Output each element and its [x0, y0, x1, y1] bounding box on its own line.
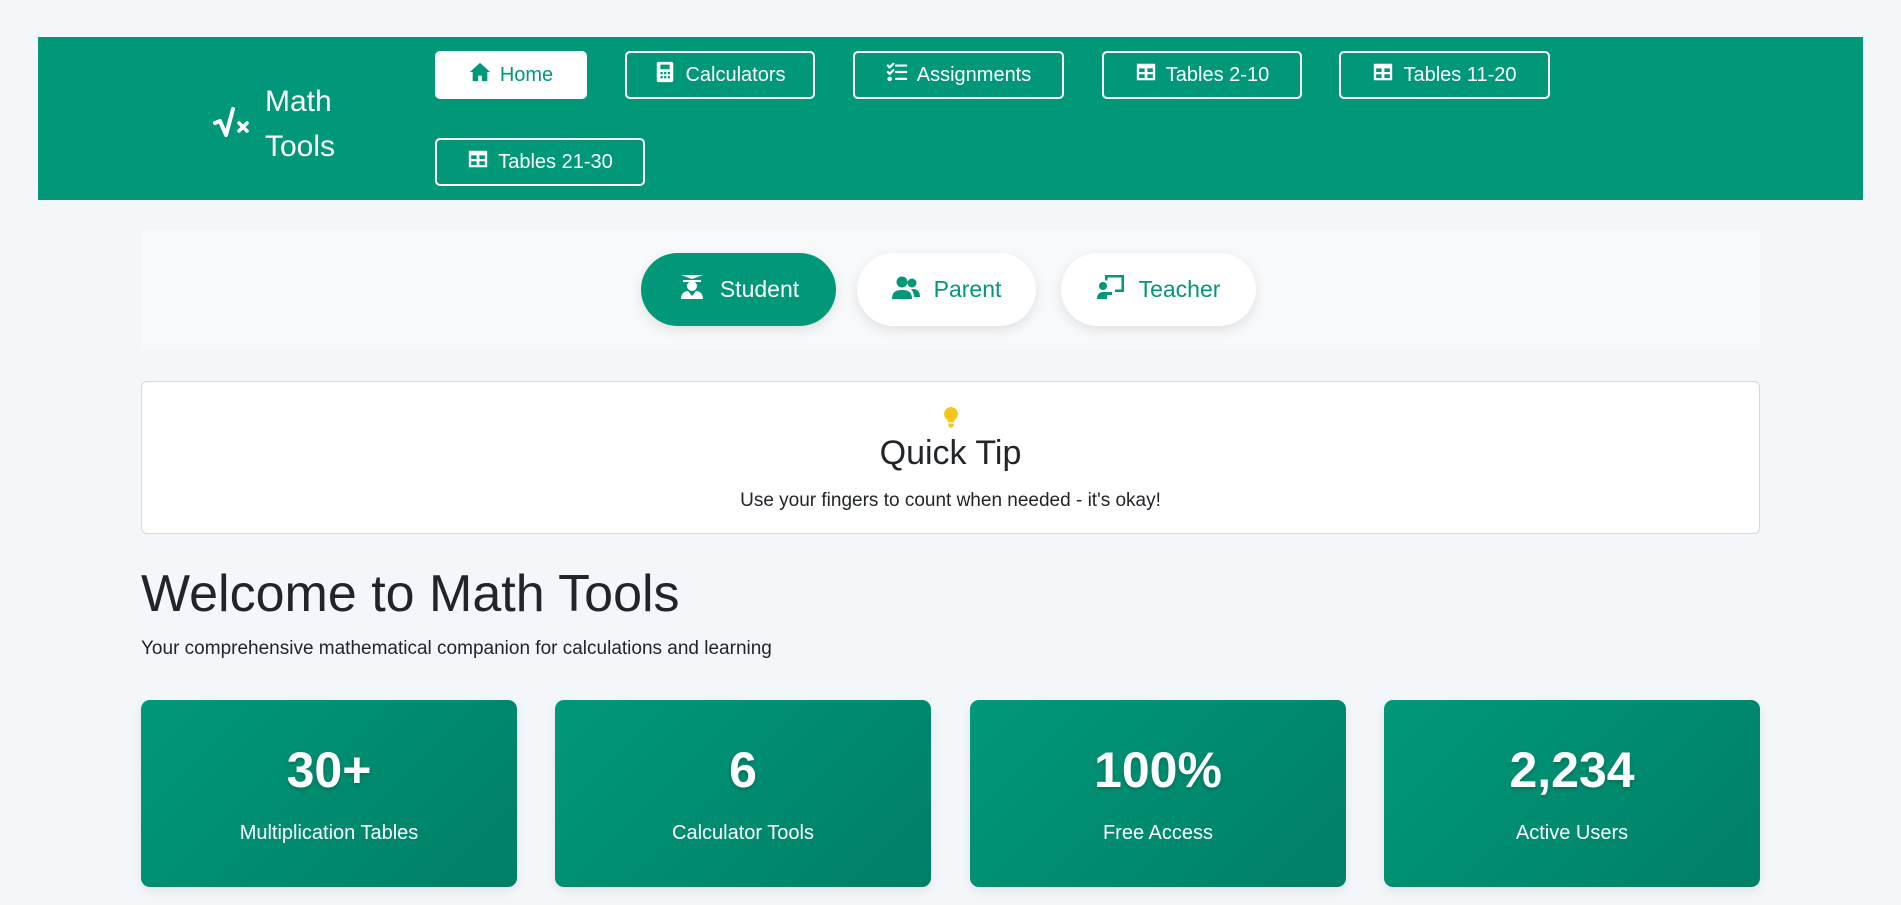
- nav-tables-11-20-button[interactable]: Tables 11-20: [1339, 51, 1550, 99]
- stat-value: 30+: [286, 742, 372, 798]
- graduate-icon: [678, 274, 706, 306]
- nav-tables-21-30-button[interactable]: Tables 21-30: [435, 138, 645, 186]
- nav-calculators-label: Calculators: [685, 63, 786, 86]
- quick-tip-text: Use your fingers to count when needed - …: [740, 490, 1161, 511]
- brand-name: Math Tools: [265, 79, 345, 169]
- stat-value: 6: [729, 742, 757, 798]
- chalkboard-teacher-icon: [1096, 274, 1125, 306]
- role-student-button[interactable]: Student: [641, 253, 836, 326]
- stat-label: Active Users: [1515, 822, 1629, 844]
- nav-tables-2-10-label: Tables 2-10: [1165, 63, 1270, 86]
- nav-assignments-label: Assignments: [916, 63, 1032, 86]
- page-subtitle: Your comprehensive mathematical companio…: [141, 638, 772, 659]
- stat-label: Free Access: [1102, 822, 1214, 844]
- stat-card-tables: 30+ Multiplication Tables: [141, 700, 517, 887]
- role-selector: Student Parent Teacher: [141, 230, 1760, 350]
- lightbulb-icon: [942, 406, 960, 428]
- page-title: Welcome to Math Tools: [141, 565, 680, 623]
- table-icon: [1135, 61, 1157, 89]
- stat-card-active-users: 2,234 Active Users: [1384, 700, 1760, 887]
- stat-card-calculators: 6 Calculator Tools: [555, 700, 931, 887]
- nav-home-button[interactable]: Home: [435, 51, 587, 99]
- tasks-icon: [886, 61, 908, 89]
- stat-label: Multiplication Tables: [239, 822, 419, 844]
- square-root-icon: [213, 105, 251, 144]
- nav-assignments-button[interactable]: Assignments: [853, 51, 1064, 99]
- role-teacher-label: Teacher: [1138, 276, 1221, 302]
- nav-calculators-button[interactable]: Calculators: [625, 51, 815, 99]
- role-student-label: Student: [719, 276, 800, 302]
- stat-value: 2,234: [1509, 742, 1635, 798]
- stat-card-free-access: 100% Free Access: [970, 700, 1346, 887]
- nav-home-label: Home: [499, 63, 554, 86]
- quick-tip-title: Quick Tip: [879, 434, 1022, 472]
- brand-logo[interactable]: Math Tools: [213, 79, 345, 169]
- nav-tables-2-10-button[interactable]: Tables 2-10: [1102, 51, 1302, 99]
- role-teacher-button[interactable]: Teacher: [1061, 253, 1256, 326]
- brand-line-2: Tools: [265, 130, 336, 163]
- stat-label: Calculator Tools: [672, 822, 814, 844]
- table-icon: [1372, 61, 1394, 89]
- home-icon: [469, 61, 491, 89]
- site-header: Math Tools Home Calculators Assignments …: [38, 37, 1863, 200]
- quick-tip-card: Quick Tip Use your fingers to count when…: [141, 381, 1760, 534]
- nav-tables-21-30-label: Tables 21-30: [498, 150, 613, 173]
- role-parent-label: Parent: [933, 276, 1002, 302]
- brand-line-1: Math: [265, 85, 332, 118]
- stat-value: 100%: [1094, 742, 1222, 798]
- users-icon: [891, 274, 920, 306]
- calculator-icon: [654, 61, 676, 89]
- role-parent-button[interactable]: Parent: [857, 253, 1036, 326]
- nav-tables-11-20-label: Tables 11-20: [1403, 63, 1517, 86]
- table-icon: [467, 148, 489, 176]
